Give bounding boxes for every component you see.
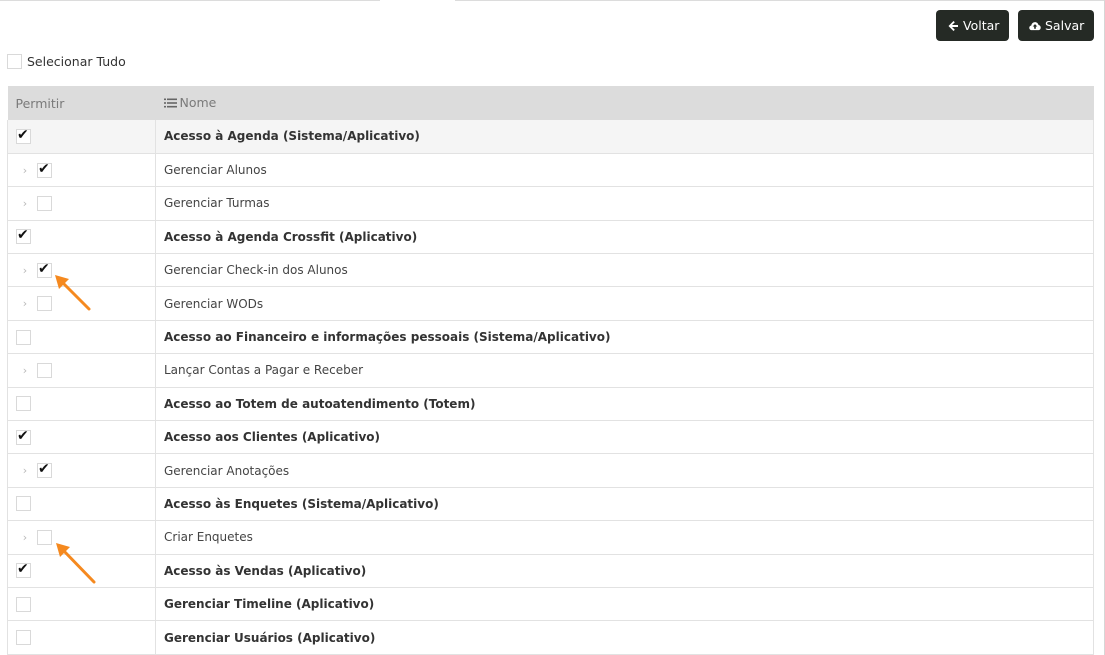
permission-name: Gerenciar Timeline (Aplicativo) (155, 587, 1094, 621)
permission-checkbox[interactable] (16, 127, 31, 144)
permission-checkbox[interactable] (37, 195, 52, 211)
chevron-right-icon: › (22, 297, 28, 311)
permission-name: Gerenciar Anotações (155, 453, 1094, 488)
select-all-label: Selecionar Tudo (27, 54, 126, 69)
table-row: › Gerenciar WODs (7, 286, 1094, 321)
back-button-label: Voltar (963, 18, 1000, 33)
permission-checkbox[interactable] (16, 630, 31, 646)
permission-name: Lançar Contas a Pagar e Receber (155, 353, 1094, 388)
permission-name: Acesso às Enquetes (Sistema/Aplicativo) (155, 487, 1094, 521)
save-button[interactable]: Salvar (1018, 10, 1094, 41)
list-icon (163, 96, 177, 111)
permission-checkbox[interactable] (16, 396, 31, 412)
chevron-right-icon: › (22, 196, 28, 210)
permission-name: Acesso às Vendas (Aplicativo) (155, 554, 1094, 588)
column-header-name: Nome (156, 86, 1094, 120)
permission-cell (7, 387, 156, 421)
table-row: Acesso à Agenda Crossfit (Aplicativo) (7, 220, 1094, 254)
chevron-right-icon: › (22, 464, 28, 478)
permission-name: Acesso à Agenda Crossfit (Aplicativo) (155, 220, 1094, 254)
permission-cell (7, 420, 156, 454)
permission-checkbox[interactable] (16, 596, 31, 612)
top-tab-border (0, 0, 1105, 2)
table-row: › Gerenciar Alunos (7, 153, 1094, 187)
chevron-right-icon: › (22, 530, 28, 544)
table-header-row: Permitir Nome (7, 86, 1094, 120)
permission-name: Acesso ao Totem de autoatendimento (Tote… (155, 387, 1094, 421)
permission-cell: › (7, 153, 156, 187)
permission-checkbox[interactable] (16, 329, 31, 345)
chevron-right-icon: › (22, 163, 28, 177)
permission-cell (7, 587, 156, 621)
permission-checkbox[interactable] (37, 362, 52, 378)
select-all: Selecionar Tudo (7, 54, 126, 69)
table-row: Acesso às Enquetes (Sistema/Aplicativo) (7, 487, 1094, 521)
permission-name: Criar Enquetes (155, 520, 1094, 555)
permission-checkbox[interactable] (16, 561, 31, 579)
permission-checkbox[interactable] (37, 261, 52, 278)
permission-checkbox[interactable] (37, 461, 52, 479)
table-row: Acesso ao Totem de autoatendimento (Tote… (7, 387, 1094, 421)
back-button[interactable]: Voltar (936, 10, 1009, 41)
permission-name: Acesso aos Clientes (Aplicativo) (155, 420, 1094, 454)
permission-name: Acesso à Agenda (Sistema/Aplicativo) (155, 120, 1094, 154)
table-row: Gerenciar Usuários (Aplicativo) (7, 620, 1094, 655)
table-row: Acesso aos Clientes (Aplicativo) (7, 420, 1094, 454)
table-row: › Gerenciar Check-in dos Alunos (7, 253, 1094, 287)
table-row: › Lançar Contas a Pagar e Receber (7, 353, 1094, 388)
table-row: Acesso à Agenda (Sistema/Aplicativo) (7, 120, 1094, 154)
table-row: › Gerenciar Turmas (7, 186, 1094, 221)
table-row: Acesso às Vendas (Aplicativo) (7, 554, 1094, 588)
permission-name: Acesso ao Financeiro e informações pesso… (155, 320, 1094, 354)
chevron-right-icon: › (22, 263, 28, 277)
toolbar: Voltar Salvar (936, 10, 1094, 41)
permission-checkbox[interactable] (16, 227, 31, 245)
permission-checkbox[interactable] (16, 428, 31, 445)
permission-name: Gerenciar Usuários (Aplicativo) (155, 620, 1094, 655)
chevron-right-icon: › (22, 363, 28, 377)
permission-name: Gerenciar Check-in dos Alunos (155, 253, 1094, 287)
annotation-arrow-2 (56, 543, 96, 584)
permission-checkbox[interactable] (16, 496, 31, 512)
table-row: Gerenciar Timeline (Aplicativo) (7, 587, 1094, 621)
arrow-left-icon (947, 20, 959, 32)
permission-cell (7, 620, 156, 655)
permission-cell: › (7, 353, 156, 388)
column-header-allow: Permitir (15, 95, 65, 111)
table-row: Acesso ao Financeiro e informações pesso… (7, 320, 1094, 354)
permission-cell (7, 220, 156, 254)
permission-cell (7, 320, 156, 354)
cloud-upload-icon (1029, 20, 1041, 32)
permission-name: Gerenciar Turmas (155, 186, 1094, 221)
permission-checkbox[interactable] (37, 529, 52, 545)
annotation-arrow-1 (55, 275, 91, 311)
select-all-checkbox[interactable] (7, 54, 22, 69)
permission-checkbox[interactable] (37, 296, 52, 312)
save-button-label: Salvar (1045, 18, 1085, 33)
permission-cell: › (7, 186, 156, 221)
permissions-table: Permitir Nome Acesso à Agenda (Sistema/A… (7, 86, 1094, 655)
permission-name: Gerenciar WODs (155, 286, 1094, 321)
permission-checkbox[interactable] (37, 161, 52, 178)
permission-name: Gerenciar Alunos (155, 153, 1094, 187)
permission-cell (7, 487, 156, 521)
permission-cell (7, 120, 156, 154)
table-row: › Gerenciar Anotações (7, 453, 1094, 488)
column-header-name-label: Nome (179, 95, 217, 110)
permission-cell: › (7, 453, 156, 488)
table-row: › Criar Enquetes (7, 520, 1094, 555)
